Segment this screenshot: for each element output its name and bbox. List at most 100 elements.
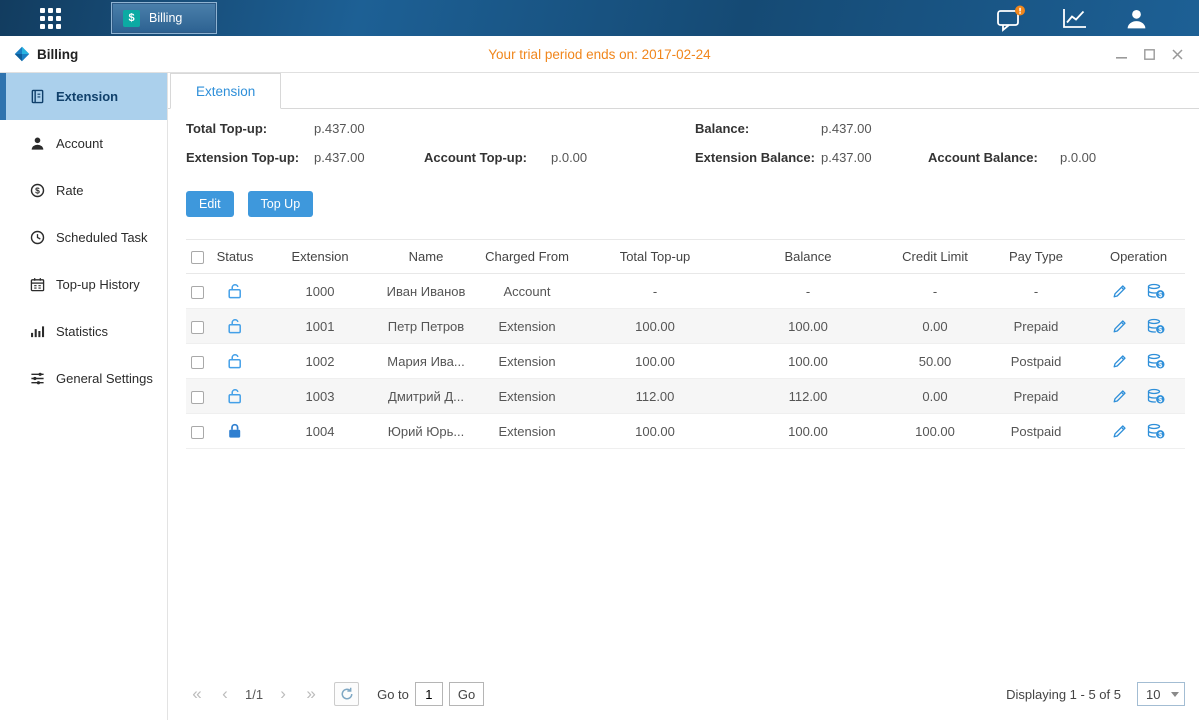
next-page-button[interactable]: › xyxy=(272,683,294,705)
balance-cell: - xyxy=(726,274,890,309)
settings-sliders-icon xyxy=(30,371,45,386)
account-balance-label: Account Balance: xyxy=(928,150,1060,165)
extension-topup-label: Extension Top-up: xyxy=(186,150,314,165)
sidebar-item-label: Extension xyxy=(56,89,118,104)
pagination-bar: « ‹ 1/1 › » Go to Go Displaying 1 - 5 of… xyxy=(186,682,1185,720)
locked-icon xyxy=(228,423,242,439)
extension-cell: 1004 xyxy=(258,414,382,449)
table-row[interactable]: 1004 Юрий Юрь... Extension 100.00 100.00… xyxy=(186,414,1185,449)
top-up-icon[interactable]: $ xyxy=(1147,388,1165,404)
column-status: Status xyxy=(212,240,258,274)
sidebar-item-label: Scheduled Task xyxy=(56,230,148,245)
minimize-button[interactable] xyxy=(1113,46,1129,62)
extension-cell: 1000 xyxy=(258,274,382,309)
sidebar-item-scheduled-task[interactable]: Scheduled Task xyxy=(0,214,167,261)
column-extension: Extension xyxy=(258,240,382,274)
name-cell: Петр Петров xyxy=(382,309,470,344)
sidebar-item-label: Rate xyxy=(56,183,83,198)
edit-icon[interactable] xyxy=(1112,353,1128,369)
edit-button[interactable]: Edit xyxy=(186,191,234,217)
sidebar-item-extension[interactable]: Extension xyxy=(0,73,167,120)
sidebar-item-rate[interactable]: $ Rate xyxy=(0,167,167,214)
unlocked-icon xyxy=(228,283,242,299)
balance-cell: 100.00 xyxy=(726,414,890,449)
balance-value: p.437.00 xyxy=(821,121,928,136)
edit-icon[interactable] xyxy=(1112,388,1128,404)
credit-limit-cell: 50.00 xyxy=(890,344,980,379)
edit-icon[interactable] xyxy=(1112,283,1128,299)
sidebar-item-general-settings[interactable]: General Settings xyxy=(0,355,167,402)
bar-chart-icon xyxy=(30,324,45,339)
total-topup-cell: 112.00 xyxy=(584,379,726,414)
user-account-icon[interactable] xyxy=(1124,6,1149,31)
pay-type-cell: Postpaid xyxy=(980,414,1092,449)
row-checkbox[interactable] xyxy=(191,391,204,404)
page-size-select[interactable]: 10 xyxy=(1137,682,1185,706)
first-page-button[interactable]: « xyxy=(186,683,208,705)
table-row[interactable]: 1001 Петр Петров Extension 100.00 100.00… xyxy=(186,309,1185,344)
extension-topup-value: p.437.00 xyxy=(314,150,424,165)
tab-extension[interactable]: Extension xyxy=(170,73,281,109)
column-pay-type: Pay Type xyxy=(980,240,1092,274)
window-title-text: Billing xyxy=(37,47,78,62)
svg-text:$: $ xyxy=(1159,432,1163,439)
top-up-icon[interactable]: $ xyxy=(1147,423,1165,439)
row-checkbox[interactable] xyxy=(191,356,204,369)
sidebar-item-topup-history[interactable]: Top-up History xyxy=(0,261,167,308)
table-row[interactable]: 1002 Мария Ива... Extension 100.00 100.0… xyxy=(186,344,1185,379)
refresh-icon xyxy=(340,687,354,701)
top-up-icon[interactable]: $ xyxy=(1147,353,1165,369)
edit-icon[interactable] xyxy=(1112,318,1128,334)
calendar-icon xyxy=(30,277,45,292)
sidebar-item-label: General Settings xyxy=(56,371,153,386)
row-checkbox[interactable] xyxy=(191,321,204,334)
name-cell: Дмитрий Д... xyxy=(382,379,470,414)
billing-app-tab[interactable]: $ Billing xyxy=(111,2,217,34)
edit-icon[interactable] xyxy=(1112,423,1128,439)
name-cell: Юрий Юрь... xyxy=(382,414,470,449)
account-balance-value: p.0.00 xyxy=(1060,150,1185,165)
top-up-icon[interactable]: $ xyxy=(1147,318,1165,334)
credit-limit-cell: 0.00 xyxy=(890,379,980,414)
last-page-button[interactable]: » xyxy=(300,683,322,705)
extension-table: Status Extension Name Charged From Total… xyxy=(186,239,1185,449)
svg-text:$: $ xyxy=(1159,362,1163,369)
svg-text:$: $ xyxy=(1159,292,1163,299)
row-checkbox[interactable] xyxy=(191,286,204,299)
charged-from-cell: Account xyxy=(470,274,584,309)
sidebar-item-statistics[interactable]: Statistics xyxy=(0,308,167,355)
pay-type-cell: Prepaid xyxy=(980,379,1092,414)
sidebar-item-account[interactable]: Account xyxy=(0,120,167,167)
total-topup-cell: 100.00 xyxy=(584,414,726,449)
close-button[interactable] xyxy=(1169,46,1185,62)
unlocked-icon xyxy=(228,353,242,369)
goto-page-input[interactable] xyxy=(415,682,443,706)
page-indicator: 1/1 xyxy=(245,687,263,702)
top-up-icon[interactable]: $ xyxy=(1147,283,1165,299)
row-checkbox[interactable] xyxy=(191,426,204,439)
balance-cell: 112.00 xyxy=(726,379,890,414)
select-all-checkbox[interactable] xyxy=(191,251,204,264)
person-icon xyxy=(30,136,45,151)
reports-chart-icon[interactable] xyxy=(1062,7,1088,30)
unlocked-icon xyxy=(228,318,242,334)
account-topup-label: Account Top-up: xyxy=(424,150,551,165)
clock-icon xyxy=(30,230,45,245)
column-charged-from: Charged From xyxy=(470,240,584,274)
balance-summary: Total Top-up: p.437.00 Balance: p.437.00… xyxy=(186,121,1185,165)
top-up-button[interactable]: Top Up xyxy=(248,191,314,217)
displaying-count: Displaying 1 - 5 of 5 xyxy=(1006,687,1121,702)
refresh-button[interactable] xyxy=(334,682,359,706)
app-launcher-icon[interactable] xyxy=(40,8,61,29)
prev-page-button[interactable]: ‹ xyxy=(214,683,236,705)
billing-logo-icon xyxy=(14,46,30,62)
credit-limit-cell: 0.00 xyxy=(890,309,980,344)
tab-bar: Extension xyxy=(168,73,1199,109)
maximize-button[interactable] xyxy=(1141,46,1157,62)
sidebar-item-label: Statistics xyxy=(56,324,108,339)
table-row[interactable]: 1003 Дмитрий Д... Extension 112.00 112.0… xyxy=(186,379,1185,414)
table-row[interactable]: 1000 Иван Иванов Account - - - - $ xyxy=(186,274,1185,309)
go-button[interactable]: Go xyxy=(449,682,484,706)
notifications-icon[interactable] xyxy=(995,5,1026,32)
sidebar-item-label: Top-up History xyxy=(56,277,140,292)
